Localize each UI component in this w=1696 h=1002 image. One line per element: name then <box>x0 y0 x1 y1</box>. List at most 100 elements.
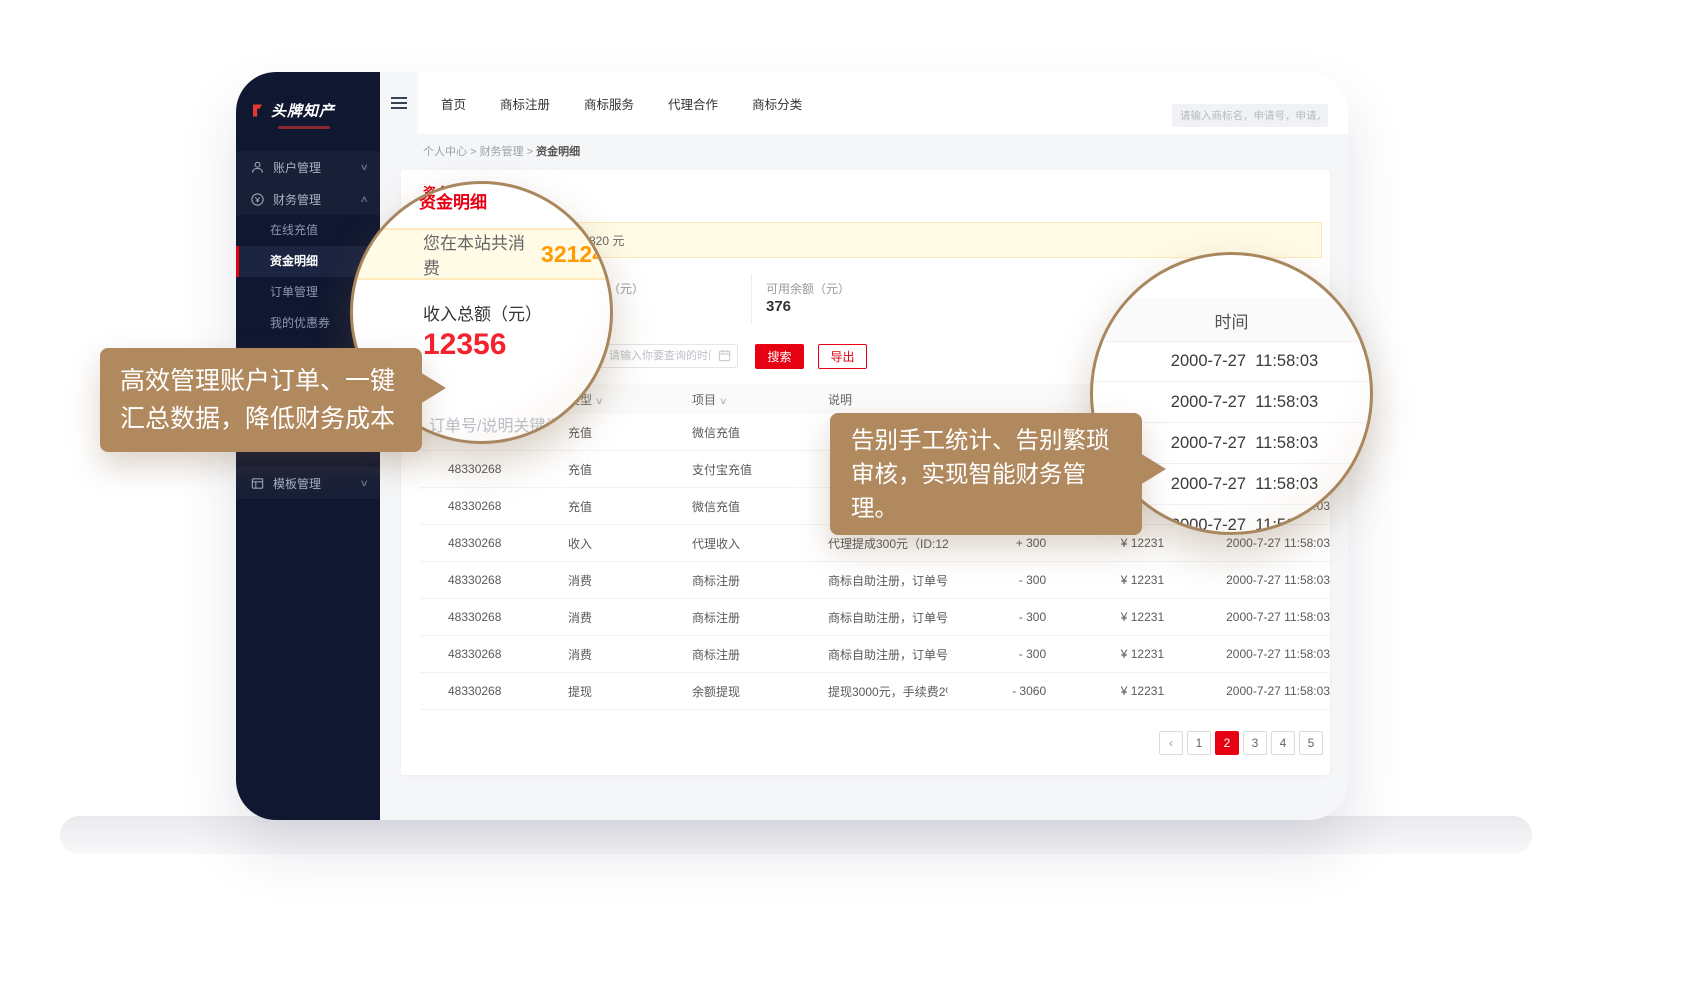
trademark-search-input[interactable] <box>1172 104 1328 127</box>
chevron-down-icon: ∨ <box>360 478 369 489</box>
calendar-icon[interactable] <box>718 349 731 362</box>
breadcrumb: 个人中心 > 财务管理 > 资金明细 <box>423 143 580 159</box>
cell-desc: 商标自助注册，订单号：SB2514263J <box>800 609 948 626</box>
cell-project: 微信充值 <box>664 498 800 515</box>
cell-order: 48330268 <box>420 684 540 698</box>
logo-flag-icon <box>250 103 265 118</box>
cell-order: 48330268 <box>420 462 540 476</box>
nav-item-trademark-service[interactable]: 商标服务 <box>584 94 634 113</box>
user-icon <box>250 160 265 175</box>
cell-balance: ¥ 12231 <box>1058 536 1178 550</box>
expense-label-fragment: （元） <box>608 280 644 297</box>
stats-divider <box>751 274 752 324</box>
export-button[interactable]: 导出 <box>818 344 867 369</box>
nav-item-trademark-category[interactable]: 商标分类 <box>752 94 802 113</box>
sidebar-item-finance[interactable]: 财务管理 ∧ <box>236 183 380 215</box>
page-5[interactable]: 5 <box>1299 731 1323 755</box>
top-header: 首页 商标注册 商标服务 代理合作 商标分类 <box>380 72 1348 134</box>
cell-balance: ¥ 12231 <box>1058 573 1178 587</box>
cell-time: 2000-7-27 11:58:03 <box>1178 647 1330 661</box>
cell-amount: + 300 <box>948 536 1058 550</box>
finance-icon <box>250 192 265 207</box>
template-icon <box>250 476 265 491</box>
nav-item-home[interactable]: 首页 <box>441 94 466 113</box>
breadcrumb-separator: > <box>470 146 476 158</box>
cell-amount: - 300 <box>948 610 1058 624</box>
income-value: 12356 <box>423 328 506 362</box>
cell-type: 消费 <box>540 646 664 663</box>
table-row: 48330268 消费 商标注册 商标自助注册，订单号：SB2514263J -… <box>420 562 1330 599</box>
header-desc: 说明 <box>800 391 1040 408</box>
cell-balance: ¥ 12231 <box>1058 647 1178 661</box>
nav-item-trademark-register[interactable]: 商标注册 <box>500 94 550 113</box>
header-project[interactable]: 项目∨ <box>664 391 800 408</box>
sidebar-item-account[interactable]: 账户管理 ∨ <box>236 151 380 183</box>
logo: 头牌知产 <box>236 72 380 121</box>
nav-item-agent-cooperation[interactable]: 代理合作 <box>668 94 718 113</box>
page-2-active[interactable]: 2 <box>1215 731 1239 755</box>
prev-page-icon[interactable]: ‹ <box>1159 731 1183 755</box>
balance-label: 可用余额（元） <box>766 280 850 297</box>
cell-desc: 提现3000元，手续费2%(60元) <box>800 683 948 700</box>
cell-project: 商标注册 <box>664 646 800 663</box>
sidebar-item-label: 账户管理 <box>273 159 321 176</box>
cell-order: 48330268 <box>420 499 540 513</box>
banner-amount: 32124 <box>541 241 605 268</box>
cell-project: 代理收入 <box>664 535 800 552</box>
page-4[interactable]: 4 <box>1271 731 1295 755</box>
cell-project: 商标注册 <box>664 609 800 626</box>
sort-caret-icon: ∨ <box>719 396 728 407</box>
breadcrumb-part[interactable]: 财务管理 <box>480 146 524 158</box>
breadcrumb-separator: > <box>527 146 533 158</box>
cell-amount: - 300 <box>948 573 1058 587</box>
cell-type: 收入 <box>540 535 664 552</box>
page-3[interactable]: 3 <box>1243 731 1267 755</box>
cell-project: 支付宝充值 <box>664 461 800 478</box>
cell-amount: - 300 <box>948 647 1058 661</box>
logo-text: 头牌知产 <box>271 100 335 121</box>
sidebar-item-label: 模板管理 <box>273 475 321 492</box>
cell-desc: 商标自助注册，订单号：SB2514263J <box>800 572 948 589</box>
pagination: ‹ 1 2 3 4 5 <box>1159 731 1323 755</box>
table-row: 48330268 消费 商标注册 商标自助注册，订单号：SB2514263J -… <box>420 599 1330 636</box>
magnified-keyword-placeholder: 订单号/说明关键词 <box>429 412 561 436</box>
cell-project: 微信充值 <box>664 424 800 441</box>
cell-order: 48330268 <box>420 610 540 624</box>
page: 头牌知产 账户管理 ∨ 财务管理 <box>0 0 1696 1002</box>
cell-desc: 商标自助注册，订单号：SB2514263J <box>800 646 948 663</box>
balance-value: 376 <box>766 298 791 315</box>
magnified-banner: 您在本站共消费 32124 元 <box>350 228 613 280</box>
chevron-up-icon: ∧ <box>360 194 369 205</box>
cell-time: 2000-7-27 11:58:03 <box>1178 610 1330 624</box>
cell-order: 48330268 <box>420 536 540 550</box>
sidebar-item-label: 财务管理 <box>273 191 321 208</box>
cell-order: 48330268 <box>420 573 540 587</box>
breadcrumb-part[interactable]: 个人中心 <box>423 146 467 158</box>
cell-time: 2000-7-27 11:58:03 <box>1178 536 1330 550</box>
cell-project: 商标注册 <box>664 572 800 589</box>
hamburger-icon[interactable] <box>380 72 418 134</box>
cell-type: 提现 <box>540 683 664 700</box>
callout-left: 高效管理账户订单、一键 汇总数据，降低财务成本 <box>100 348 422 452</box>
cell-type: 消费 <box>540 609 664 626</box>
cell-order: 48330268 <box>420 647 540 661</box>
laptop-base <box>60 816 1532 854</box>
sort-caret-icon: ∨ <box>595 396 604 407</box>
breadcrumb-current: 资金明细 <box>536 146 580 158</box>
cell-project: 余额提现 <box>664 683 800 700</box>
cell-balance: ¥ 12231 <box>1058 610 1178 624</box>
cell-amount: - 3060 <box>948 684 1058 698</box>
callout-right: 告别手工统计、告别繁琐 审核，实现智能财务管 理。 <box>830 413 1142 535</box>
magnified-time-cell: 2000-7-27 11:58:03 <box>1093 341 1370 382</box>
page-1[interactable]: 1 <box>1187 731 1211 755</box>
logo-subtext <box>278 126 330 129</box>
magnified-tab-fragment: 资金明细 <box>419 188 487 213</box>
income-label: 收入总额（元） <box>423 300 542 325</box>
sidebar-item-template[interactable]: 模板管理 ∨ <box>236 467 380 499</box>
cell-time: 2000-7-27 11:58:03 <box>1178 573 1330 587</box>
table-row: 48330268 消费 商标注册 商标自助注册，订单号：SB2514263J -… <box>420 636 1330 673</box>
table-row: 48330268 提现 余额提现 提现3000元，手续费2%(60元) - 30… <box>420 673 1330 710</box>
search-button[interactable]: 搜索 <box>755 344 804 369</box>
banner-prefix: 您在本站共消费 <box>423 229 535 279</box>
magnified-time-header: 时间 <box>1090 299 1373 342</box>
